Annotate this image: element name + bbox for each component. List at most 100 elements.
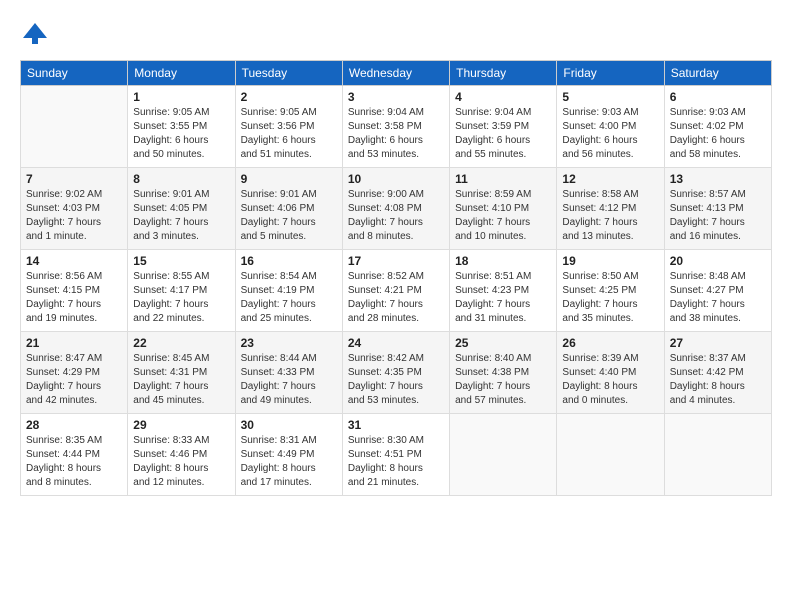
calendar-cell: 13 Sunrise: 8:57 AMSunset: 4:13 PMDayligh… <box>664 168 771 250</box>
calendar-cell: 14 Sunrise: 8:56 AMSunset: 4:15 PMDayligh… <box>21 250 128 332</box>
day-info: Sunrise: 9:01 AMSunset: 4:06 PMDaylight:… <box>241 188 337 244</box>
day-info: Sunrise: 9:04 AMSunset: 3:58 PMDaylight:… <box>348 106 444 162</box>
day-number: 1 <box>133 90 229 104</box>
day-info: Sunrise: 9:05 AMSunset: 3:55 PMDaylight:… <box>133 106 229 162</box>
calendar-header-thursday: Thursday <box>450 61 557 86</box>
calendar-header-row: SundayMondayTuesdayWednesdayThursdayFrid… <box>21 61 772 86</box>
day-number: 10 <box>348 172 444 186</box>
day-number: 5 <box>562 90 658 104</box>
day-info: Sunrise: 8:48 AMSunset: 4:27 PMDaylight:… <box>670 270 766 326</box>
calendar-cell: 25 Sunrise: 8:40 AMSunset: 4:38 PMDayligh… <box>450 332 557 414</box>
calendar-cell: 17 Sunrise: 8:52 AMSunset: 4:21 PMDayligh… <box>342 250 449 332</box>
calendar-cell: 30Sunrise: 8:31 AMSunset: 4:49 PMDayligh… <box>235 414 342 496</box>
day-info: Sunrise: 8:30 AMSunset: 4:51 PMDaylight:… <box>348 434 444 490</box>
day-number: 27 <box>670 336 766 350</box>
calendar-week-row: 21 Sunrise: 8:47 AMSunset: 4:29 PMDayligh… <box>21 332 772 414</box>
logo-icon <box>20 20 50 50</box>
day-number: 12 <box>562 172 658 186</box>
day-info: Sunrise: 8:57 AMSunset: 4:13 PMDaylight:… <box>670 188 766 244</box>
day-info: Sunrise: 9:02 AMSunset: 4:03 PMDaylight:… <box>26 188 122 244</box>
calendar-cell <box>557 414 664 496</box>
day-number: 29 <box>133 418 229 432</box>
page: SundayMondayTuesdayWednesdayThursdayFrid… <box>0 0 792 612</box>
calendar-cell: 12 Sunrise: 8:58 AMSunset: 4:12 PMDayligh… <box>557 168 664 250</box>
calendar-cell: 18Sunrise: 8:51 AMSunset: 4:23 PMDayligh… <box>450 250 557 332</box>
calendar-cell: 3 Sunrise: 9:04 AMSunset: 3:58 PMDaylight… <box>342 86 449 168</box>
day-number: 2 <box>241 90 337 104</box>
calendar-cell: 26Sunrise: 8:39 AMSunset: 4:40 PMDayligh… <box>557 332 664 414</box>
calendar-header-monday: Monday <box>128 61 235 86</box>
day-info: Sunrise: 8:47 AMSunset: 4:29 PMDaylight:… <box>26 352 122 408</box>
calendar-cell: 20 Sunrise: 8:48 AMSunset: 4:27 PMDayligh… <box>664 250 771 332</box>
calendar-cell: 11 Sunrise: 8:59 AMSunset: 4:10 PMDayligh… <box>450 168 557 250</box>
calendar-week-row: 7Sunrise: 9:02 AMSunset: 4:03 PMDaylight… <box>21 168 772 250</box>
calendar-cell: 21 Sunrise: 8:47 AMSunset: 4:29 PMDayligh… <box>21 332 128 414</box>
calendar-cell: 10 Sunrise: 9:00 AMSunset: 4:08 PMDayligh… <box>342 168 449 250</box>
calendar-header-saturday: Saturday <box>664 61 771 86</box>
day-number: 6 <box>670 90 766 104</box>
calendar-header-tuesday: Tuesday <box>235 61 342 86</box>
day-info: Sunrise: 8:37 AMSunset: 4:42 PMDaylight:… <box>670 352 766 408</box>
calendar-cell: 22Sunrise: 8:45 AMSunset: 4:31 PMDayligh… <box>128 332 235 414</box>
header <box>20 20 772 50</box>
calendar-cell <box>664 414 771 496</box>
calendar-header-wednesday: Wednesday <box>342 61 449 86</box>
day-info: Sunrise: 8:42 AMSunset: 4:35 PMDaylight:… <box>348 352 444 408</box>
calendar-cell: 28 Sunrise: 8:35 AMSunset: 4:44 PMDayligh… <box>21 414 128 496</box>
day-info: Sunrise: 8:54 AMSunset: 4:19 PMDaylight:… <box>241 270 337 326</box>
logo <box>20 20 54 50</box>
calendar-cell: 7Sunrise: 9:02 AMSunset: 4:03 PMDaylight… <box>21 168 128 250</box>
day-info: Sunrise: 8:51 AMSunset: 4:23 PMDaylight:… <box>455 270 551 326</box>
day-info: Sunrise: 9:03 AMSunset: 4:02 PMDaylight:… <box>670 106 766 162</box>
day-info: Sunrise: 8:35 AMSunset: 4:44 PMDaylight:… <box>26 434 122 490</box>
day-info: Sunrise: 9:01 AMSunset: 4:05 PMDaylight:… <box>133 188 229 244</box>
day-info: Sunrise: 8:50 AMSunset: 4:25 PMDaylight:… <box>562 270 658 326</box>
day-info: Sunrise: 9:05 AMSunset: 3:56 PMDaylight:… <box>241 106 337 162</box>
day-number: 22 <box>133 336 229 350</box>
day-info: Sunrise: 8:39 AMSunset: 4:40 PMDaylight:… <box>562 352 658 408</box>
calendar-cell: 19 Sunrise: 8:50 AMSunset: 4:25 PMDayligh… <box>557 250 664 332</box>
day-info: Sunrise: 8:33 AMSunset: 4:46 PMDaylight:… <box>133 434 229 490</box>
day-info: Sunrise: 8:55 AMSunset: 4:17 PMDaylight:… <box>133 270 229 326</box>
calendar-cell: 1 Sunrise: 9:05 AMSunset: 3:55 PMDaylight… <box>128 86 235 168</box>
day-number: 11 <box>455 172 551 186</box>
calendar-cell: 31Sunrise: 8:30 AMSunset: 4:51 PMDayligh… <box>342 414 449 496</box>
calendar-cell: 23 Sunrise: 8:44 AMSunset: 4:33 PMDayligh… <box>235 332 342 414</box>
day-number: 14 <box>26 254 122 268</box>
calendar-cell: 5 Sunrise: 9:03 AMSunset: 4:00 PMDaylight… <box>557 86 664 168</box>
day-number: 4 <box>455 90 551 104</box>
calendar-week-row: 1 Sunrise: 9:05 AMSunset: 3:55 PMDaylight… <box>21 86 772 168</box>
day-number: 28 <box>26 418 122 432</box>
day-number: 3 <box>348 90 444 104</box>
day-info: Sunrise: 8:40 AMSunset: 4:38 PMDaylight:… <box>455 352 551 408</box>
calendar-cell: 4 Sunrise: 9:04 AMSunset: 3:59 PMDaylight… <box>450 86 557 168</box>
calendar-cell: 2 Sunrise: 9:05 AMSunset: 3:56 PMDaylight… <box>235 86 342 168</box>
day-info: Sunrise: 9:03 AMSunset: 4:00 PMDaylight:… <box>562 106 658 162</box>
day-info: Sunrise: 8:44 AMSunset: 4:33 PMDaylight:… <box>241 352 337 408</box>
day-info: Sunrise: 8:31 AMSunset: 4:49 PMDaylight:… <box>241 434 337 490</box>
day-info: Sunrise: 8:59 AMSunset: 4:10 PMDaylight:… <box>455 188 551 244</box>
day-number: 25 <box>455 336 551 350</box>
day-info: Sunrise: 8:56 AMSunset: 4:15 PMDaylight:… <box>26 270 122 326</box>
day-number: 19 <box>562 254 658 268</box>
day-number: 13 <box>670 172 766 186</box>
day-number: 24 <box>348 336 444 350</box>
day-number: 20 <box>670 254 766 268</box>
day-number: 8 <box>133 172 229 186</box>
day-number: 21 <box>26 336 122 350</box>
calendar-header-friday: Friday <box>557 61 664 86</box>
day-number: 23 <box>241 336 337 350</box>
calendar-cell <box>21 86 128 168</box>
calendar-cell: 29 Sunrise: 8:33 AMSunset: 4:46 PMDayligh… <box>128 414 235 496</box>
day-number: 17 <box>348 254 444 268</box>
calendar-header-sunday: Sunday <box>21 61 128 86</box>
day-info: Sunrise: 9:00 AMSunset: 4:08 PMDaylight:… <box>348 188 444 244</box>
day-info: Sunrise: 9:04 AMSunset: 3:59 PMDaylight:… <box>455 106 551 162</box>
day-number: 9 <box>241 172 337 186</box>
day-info: Sunrise: 8:52 AMSunset: 4:21 PMDaylight:… <box>348 270 444 326</box>
calendar-cell: 24 Sunrise: 8:42 AMSunset: 4:35 PMDayligh… <box>342 332 449 414</box>
calendar-cell: 8 Sunrise: 9:01 AMSunset: 4:05 PMDaylight… <box>128 168 235 250</box>
day-info: Sunrise: 8:58 AMSunset: 4:12 PMDaylight:… <box>562 188 658 244</box>
calendar-week-row: 28 Sunrise: 8:35 AMSunset: 4:44 PMDayligh… <box>21 414 772 496</box>
calendar-cell: 9 Sunrise: 9:01 AMSunset: 4:06 PMDaylight… <box>235 168 342 250</box>
